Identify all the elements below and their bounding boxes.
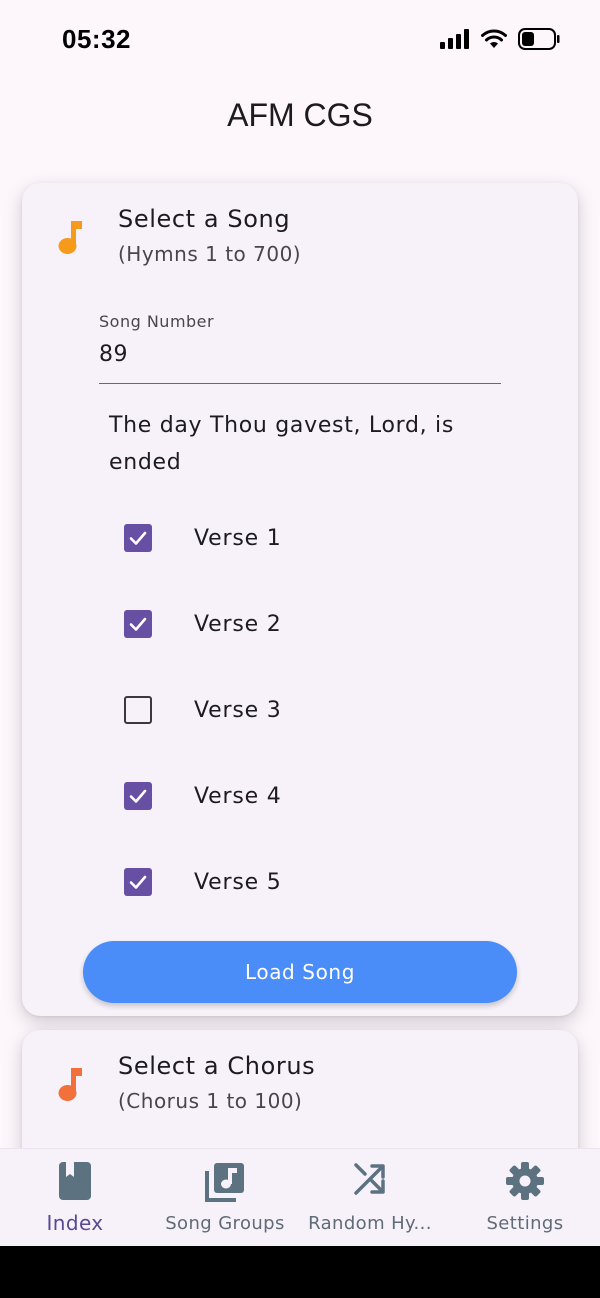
gear-icon — [505, 1161, 545, 1205]
music-note-icon — [54, 1066, 84, 1106]
music-library-icon — [204, 1161, 246, 1207]
nav-label: Random Hy... — [308, 1213, 432, 1234]
verse-checkbox[interactable] — [124, 524, 152, 552]
book-icon — [57, 1161, 93, 1205]
verse-checkbox[interactable] — [124, 868, 152, 896]
verse-label: Verse 4 — [194, 783, 282, 809]
verse-checkbox-row[interactable]: Verse 2 — [108, 594, 488, 654]
nav-label: Song Groups — [165, 1213, 285, 1234]
shuffle-icon — [352, 1161, 388, 1201]
verse-label: Verse 3 — [194, 697, 282, 723]
home-indicator-area — [0, 1246, 600, 1298]
card-title: Select a Chorus — [118, 1052, 316, 1080]
card-subtitle: (Hymns 1 to 700) — [118, 242, 302, 266]
load-song-button[interactable]: Load Song — [83, 941, 517, 1003]
verse-checkbox-row[interactable]: Verse 1 — [108, 508, 488, 568]
status-bar: 05:32 — [0, 0, 600, 80]
nav-label: Settings — [486, 1213, 564, 1234]
checkmark-icon — [129, 617, 147, 631]
verse-label: Verse 2 — [194, 611, 282, 637]
music-note-icon — [54, 219, 84, 259]
cellular-signal-icon — [440, 29, 469, 49]
card-subtitle: (Chorus 1 to 100) — [118, 1089, 303, 1113]
status-icons — [440, 28, 560, 50]
status-time: 05:32 — [62, 24, 131, 54]
checkmark-icon — [129, 531, 147, 545]
verse-checkbox[interactable] — [124, 782, 152, 810]
verse-checkbox-row[interactable]: Verse 3 — [108, 680, 488, 740]
checkmark-icon — [129, 789, 147, 803]
page-title: AFM CGS — [227, 97, 373, 133]
bottom-navigation: Index Song Groups Random Hy... Settings — [0, 1148, 600, 1246]
verse-label: Verse 1 — [194, 525, 282, 551]
verse-checkbox-row[interactable]: Verse 5 — [108, 852, 488, 912]
nav-item-song-groups[interactable]: Song Groups — [150, 1149, 300, 1247]
verse-checkbox[interactable] — [124, 696, 152, 724]
nav-label: Index — [46, 1211, 104, 1235]
nav-item-settings[interactable]: Settings — [450, 1149, 600, 1247]
checkmark-icon — [129, 875, 147, 889]
song-title-text: The day Thou gavest, Lord, is ended — [109, 413, 455, 475]
verse-label: Verse 5 — [194, 869, 282, 895]
card-title: Select a Song — [118, 205, 291, 233]
verse-checkbox-row[interactable]: Verse 4 — [108, 766, 488, 826]
verse-checkbox[interactable] — [124, 610, 152, 638]
song-number-label: Song Number — [99, 312, 215, 331]
song-number-input[interactable] — [99, 338, 501, 384]
select-song-card: Select a Song (Hymns 1 to 700) Song Numb… — [22, 183, 578, 1016]
battery-icon — [518, 28, 560, 50]
nav-item-index[interactable]: Index — [0, 1149, 150, 1247]
wifi-icon — [481, 29, 507, 48]
nav-item-random-hymn[interactable]: Random Hy... — [295, 1149, 445, 1247]
